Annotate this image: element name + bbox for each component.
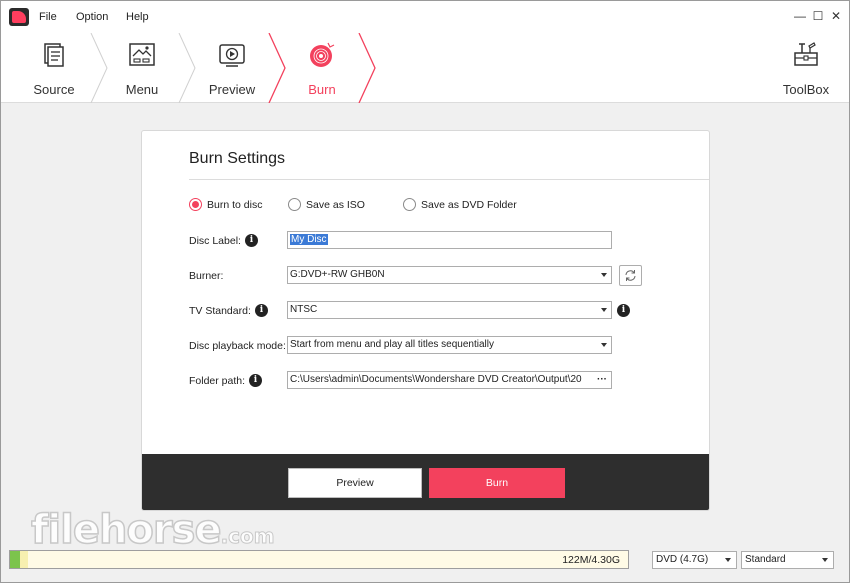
folder-path-input[interactable]: C:\Users\admin\Documents\Wondershare DVD…: [287, 371, 612, 389]
quality-value: Standard: [745, 554, 786, 565]
folder-path-value: C:\Users\admin\Documents\Wondershare DVD…: [290, 374, 582, 385]
step-preview[interactable]: Preview: [187, 33, 277, 103]
disc-capacity-bar: 122M/4.30G: [9, 550, 629, 569]
workflow-steps: Source Menu Preview Burn ToolBox: [1, 33, 849, 103]
chevron-down-icon: [725, 558, 731, 562]
radio-burn-to-disc-label: Burn to disc: [207, 199, 263, 211]
menu-template-icon: [129, 43, 155, 66]
disc-label-input[interactable]: My Disc: [287, 231, 612, 249]
step-burn-label: Burn: [308, 82, 336, 97]
quality-select[interactable]: Standard: [741, 551, 834, 569]
burner-value: G:DVD+-RW GHB0N: [290, 269, 385, 280]
disc-burn-icon: [310, 42, 335, 67]
info-icon[interactable]: i: [617, 304, 630, 317]
watermark-text: filehorse: [30, 506, 222, 554]
close-button[interactable]: ✕: [829, 9, 843, 23]
chevron-down-icon: [822, 558, 828, 562]
radio-unselected-icon: [403, 198, 416, 211]
playback-mode-value: Start from menu and play all titles sequ…: [290, 339, 494, 350]
tv-standard-label: TV Standard:: [189, 305, 251, 317]
title-bar: File Option Help — ☐ ✕: [1, 1, 849, 33]
burner-select[interactable]: G:DVD+-RW GHB0N: [287, 266, 612, 284]
step-preview-label: Preview: [208, 82, 256, 97]
info-icon[interactable]: i: [255, 304, 268, 317]
watermark: filehorse.com: [30, 506, 275, 554]
step-source[interactable]: Source: [9, 33, 99, 103]
capacity-used-fill: [10, 551, 20, 568]
burn-settings-panel: Burn Settings Burn to disc Save as ISO S…: [141, 130, 710, 511]
menu-file[interactable]: File: [39, 11, 57, 23]
burn-button[interactable]: Burn: [429, 468, 565, 498]
menu-option[interactable]: Option: [76, 11, 108, 23]
disc-label-value: My Disc: [290, 234, 328, 245]
preview-button[interactable]: Preview: [288, 468, 422, 498]
tv-standard-select[interactable]: NTSC: [287, 301, 612, 319]
radio-unselected-icon: [288, 198, 301, 211]
chevron-down-icon: [601, 308, 607, 312]
playback-mode-select[interactable]: Start from menu and play all titles sequ…: [287, 336, 612, 354]
step-menu[interactable]: Menu: [97, 33, 187, 103]
toolbox-button[interactable]: ToolBox: [761, 33, 850, 103]
info-icon[interactable]: i: [245, 234, 258, 247]
app-logo-icon: [9, 8, 29, 26]
divider: [189, 179, 709, 180]
document-icon: [44, 43, 64, 67]
capacity-buffer-fill: [20, 551, 28, 568]
app-window: File Option Help — ☐ ✕ Source Menu Previ…: [0, 0, 850, 583]
minimize-button[interactable]: —: [793, 9, 807, 23]
burner-label: Burner:: [189, 270, 224, 282]
chevron-down-icon: [601, 273, 607, 277]
maximize-button[interactable]: ☐: [811, 9, 825, 23]
folder-path-label: Folder path:: [189, 375, 246, 387]
disc-type-value: DVD (4.7G): [656, 554, 709, 565]
step-separator-icon: [358, 33, 376, 103]
radio-selected-icon: [189, 198, 202, 211]
step-burn[interactable]: Burn: [277, 33, 367, 103]
menu-help[interactable]: Help: [126, 11, 149, 23]
radio-save-as-dvd-folder-label: Save as DVD Folder: [421, 199, 517, 211]
step-source-label: Source: [33, 82, 75, 97]
preview-player-icon: [219, 44, 245, 67]
tv-standard-value: NTSC: [290, 304, 318, 315]
toolbox-icon: [794, 42, 818, 66]
panel-title: Burn Settings: [189, 150, 286, 167]
browse-folder-button[interactable]: ···: [595, 372, 609, 388]
refresh-icon: [625, 270, 636, 281]
chevron-down-icon: [601, 343, 607, 347]
disc-label-label: Disc Label:: [189, 235, 241, 247]
playback-mode-label: Disc playback mode:: [189, 340, 286, 352]
panel-footer: Preview Burn: [142, 454, 709, 510]
disc-type-select[interactable]: DVD (4.7G): [652, 551, 737, 569]
radio-save-as-iso-label: Save as ISO: [306, 199, 365, 211]
step-menu-label: Menu: [125, 82, 159, 97]
watermark-suffix: .com: [220, 524, 275, 549]
refresh-burner-button[interactable]: [619, 265, 642, 286]
toolbox-label: ToolBox: [782, 82, 830, 97]
capacity-text: 122M/4.30G: [562, 554, 620, 566]
info-icon[interactable]: i: [249, 374, 262, 387]
